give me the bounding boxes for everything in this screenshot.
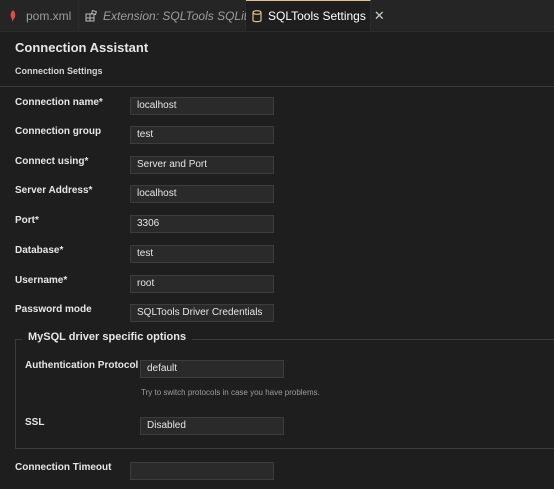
port-input[interactable]: 3306	[130, 215, 274, 233]
tab-extension-sqltools-sqlite[interactable]: Extension: SQLTools SQLite	[79, 0, 254, 31]
connection-group-input[interactable]: test	[130, 126, 274, 144]
database-icon	[252, 9, 262, 23]
ssl-label: SSL	[25, 417, 45, 428]
connection-name-input[interactable]: localhost	[130, 97, 274, 115]
tab-label: Extension: SQLTools SQLite	[103, 8, 254, 23]
password-mode-select[interactable]: SQLTools Driver Credentials	[130, 304, 274, 322]
connection-timeout-input[interactable]	[130, 462, 274, 480]
tab-label: pom.xml	[26, 8, 72, 23]
connect-using-select[interactable]: Server and Port	[130, 156, 274, 174]
username-input[interactable]: root	[130, 275, 274, 293]
section-subtitle: Connection Settings	[15, 66, 103, 76]
auth-protocol-select[interactable]: default	[140, 360, 284, 378]
mysql-options-legend: MySQL driver specific options	[22, 331, 193, 343]
connect-using-label: Connect using*	[15, 156, 89, 167]
editor-tab-bar: pom.xml Extension: SQLTools SQLite SQLTo…	[0, 0, 554, 32]
port-label: Port*	[15, 215, 39, 226]
tab-sqltools-settings[interactable]: SQLTools Settings ✕	[246, 0, 385, 31]
maven-icon	[6, 9, 20, 23]
page-title: Connection Assistant	[15, 40, 149, 55]
tab-label: SQLTools Settings	[268, 9, 366, 23]
close-icon[interactable]: ✕	[374, 8, 385, 24]
database-input[interactable]: test	[130, 245, 274, 263]
connection-group-label: Connection group	[15, 126, 102, 137]
username-label: Username*	[15, 275, 68, 286]
divider	[0, 86, 554, 87]
connection-name-label: Connection name*	[15, 97, 103, 108]
database-label: Database*	[15, 245, 64, 256]
extension-icon	[85, 9, 97, 23]
ssl-select[interactable]: Disabled	[140, 417, 284, 435]
connection-timeout-label: Connection Timeout	[15, 462, 112, 473]
server-address-input[interactable]: localhost	[130, 185, 274, 203]
auth-protocol-label: Authentication Protocol	[25, 360, 139, 371]
server-address-label: Server Address*	[15, 185, 93, 196]
tab-pom-xml[interactable]: pom.xml	[0, 0, 79, 31]
auth-protocol-hint: Try to switch protocols in case you have…	[141, 388, 320, 397]
password-mode-label: Password mode	[15, 304, 92, 315]
